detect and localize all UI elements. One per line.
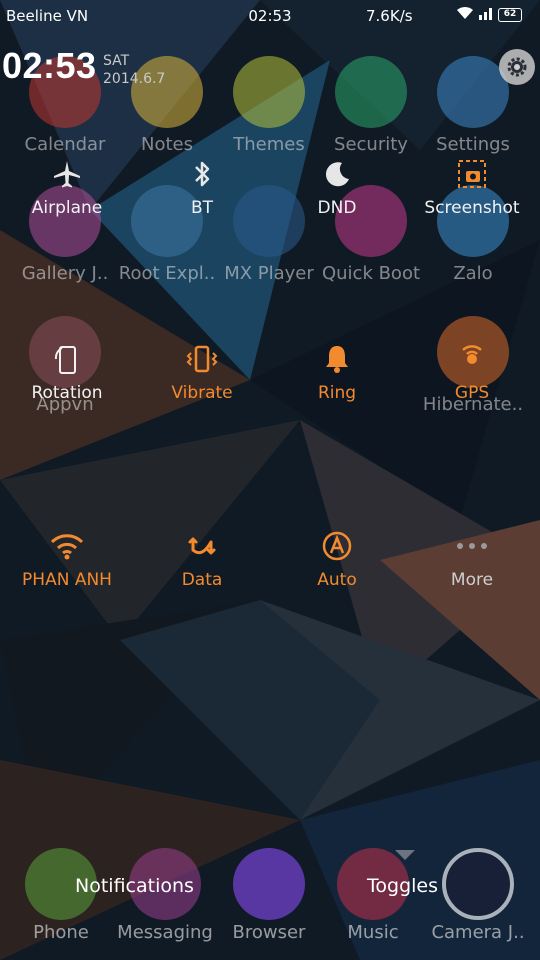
shade-date: SAT 2014.6.7 [103,52,165,88]
toggle-bluetooth[interactable]: BT [142,154,262,218]
toggle-rotation[interactable]: Rotation [7,339,127,403]
toggle-wifi[interactable]: PHAN ANH [7,526,127,590]
wifi-status-icon [456,6,474,24]
tab-notifications[interactable]: Notifications [75,875,194,897]
signal-icon [478,6,494,24]
toggle-ring[interactable]: Ring [277,339,397,403]
toggle-data[interactable]: Data [142,526,262,590]
wifi-icon [47,526,87,566]
dock-camera[interactable]: Camera J.. [426,848,530,943]
app-themes[interactable]: Themes [217,56,321,155]
gear-icon[interactable] [499,49,535,85]
toggle-dnd[interactable]: DND [277,154,397,218]
tab-toggles[interactable]: Toggles [367,875,438,897]
shield-icon [335,56,407,128]
status-icons: 62 [456,6,522,24]
moon-icon [317,154,357,194]
data-icon [182,526,222,566]
status-bar: Beeline VN 02:53 7.6K/s 62 [0,0,540,34]
toggle-more[interactable]: More [412,526,532,590]
toggle-auto-brightness[interactable]: Auto [277,526,397,590]
auto-brightness-icon [317,526,357,566]
battery-icon: 62 [498,8,522,22]
more-icon [452,526,492,566]
toggle-screenshot[interactable]: Screenshot [412,154,532,218]
toggle-vibrate[interactable]: Vibrate [142,339,262,403]
globe-icon [233,848,305,920]
shade-clock: 02:53 [2,45,97,86]
gps-icon [452,339,492,379]
dock-browser[interactable]: Browser [217,848,321,943]
date-text: 2014.6.7 [103,71,166,87]
screenshot-icon [452,154,492,194]
themes-icon [233,56,305,128]
bell-icon [317,339,357,379]
tab-indicator [395,850,415,860]
app-security[interactable]: Security [319,56,423,155]
vibrate-icon [182,339,222,379]
airplane-icon [47,154,87,194]
rotation-icon [47,339,87,379]
day-of-week: SAT [103,53,130,69]
toggle-airplane[interactable]: Airplane [7,154,127,218]
camera-icon [442,848,514,920]
network-speed: 7.6K/s [366,7,413,25]
bluetooth-icon [182,154,222,194]
toggle-gps[interactable]: GPS [412,339,532,403]
